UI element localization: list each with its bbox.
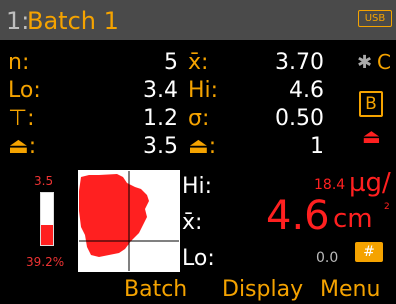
batch-title: Batch 1 [27, 7, 119, 35]
batch-index: 1: [6, 7, 30, 35]
softkey-display[interactable]: Display [222, 277, 303, 302]
bluetooth-icon: ✱ [357, 52, 373, 73]
sigma-value: 0.50 [275, 106, 324, 131]
c-status-icon: C [377, 50, 391, 74]
alarm-eject-icon: ⏏ [362, 124, 381, 148]
hash-button[interactable]: # [355, 242, 383, 262]
count2-label: ⏏: [188, 134, 217, 159]
b-mode-icon[interactable]: B [359, 91, 383, 117]
unit-superscript: 2 [384, 202, 390, 212]
softkey-menu[interactable]: Menu [320, 277, 380, 302]
mean-value: 3.70 [275, 50, 324, 75]
reading-mean-label: x̄: [182, 210, 203, 235]
n-value: 5 [164, 50, 178, 75]
reading-hi-label: Hi: [182, 174, 213, 199]
lo-label: Lo: [8, 78, 41, 103]
softkey-batch[interactable]: Batch [124, 277, 187, 302]
max-value: 3.5 [143, 134, 178, 159]
max-label: ⏏: [8, 134, 37, 159]
unit-top: µg/ [349, 168, 391, 198]
usb-icon: USB [358, 10, 392, 27]
device-screen: 1: Batch 1 USB n: 5 x̄: 3.70 Lo: 3.4 Hi:… [0, 0, 396, 304]
sigma-label: σ: [188, 106, 210, 131]
level-gauge-fill [41, 224, 53, 245]
unit-bottom: cm [333, 204, 373, 234]
min-value: 1.2 [143, 106, 178, 131]
gauge-percent: 39.2% [26, 255, 65, 269]
reading-hi-value: 18.4 [314, 177, 346, 193]
mean-label: x̄: [188, 50, 209, 75]
hi-value: 4.6 [289, 78, 324, 103]
lo-value: 3.4 [143, 78, 178, 103]
distribution-plot [78, 170, 180, 272]
count2-value: 1 [310, 134, 324, 159]
reading-lo-label: Lo: [182, 246, 215, 271]
min-label: ⊤: [8, 106, 35, 131]
reading-lo-value: 0.0 [316, 250, 339, 266]
reading-main-value: 4.6 [266, 193, 330, 239]
hi-label: Hi: [188, 78, 219, 103]
gauge-top-value: 3.5 [34, 174, 54, 188]
n-label: n: [8, 50, 30, 75]
title-bar: 1: Batch 1 USB [0, 0, 396, 40]
level-gauge [40, 192, 54, 246]
